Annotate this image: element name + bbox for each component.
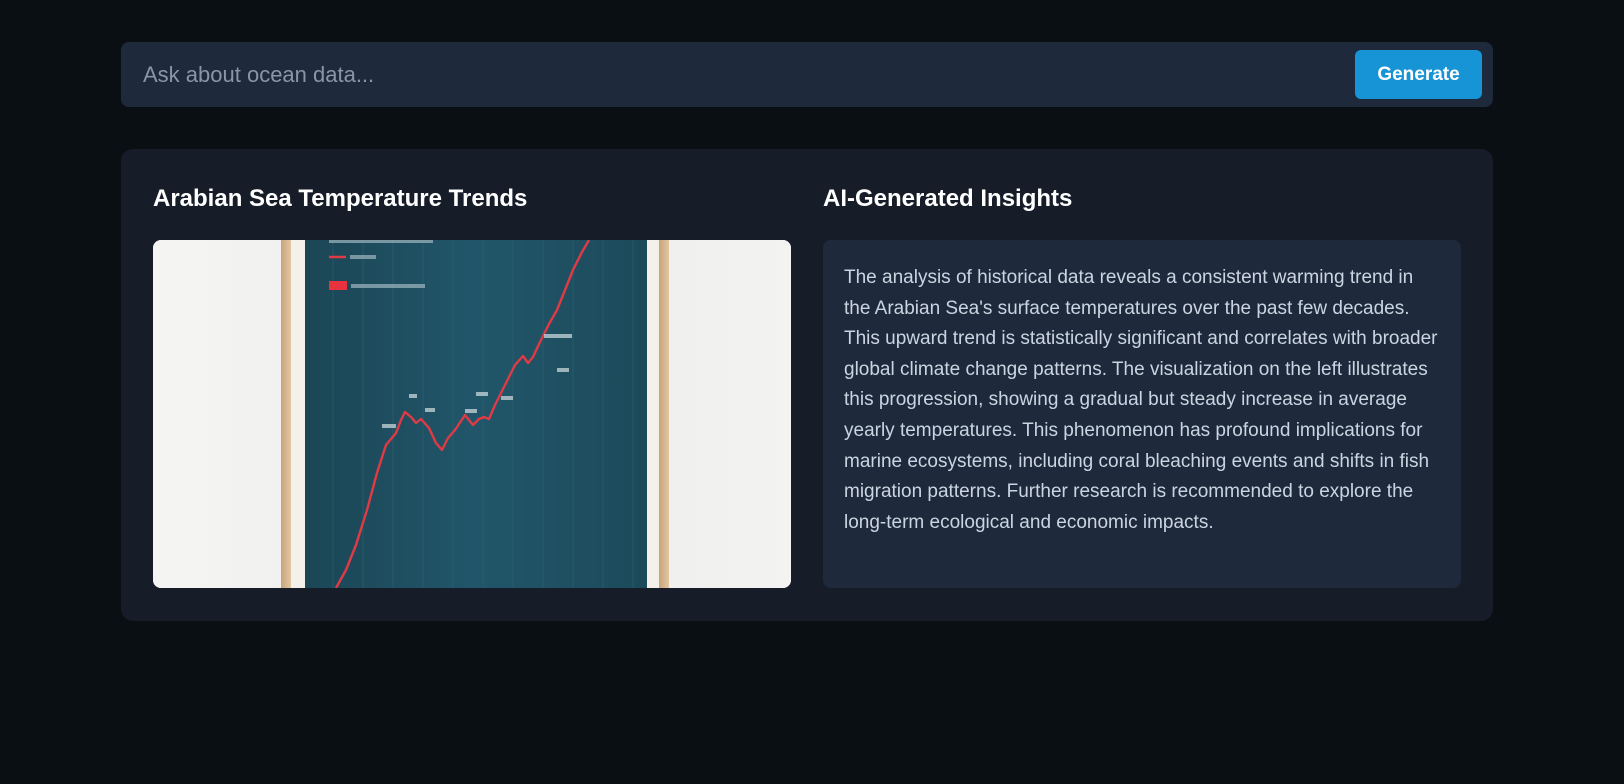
insights-panel-title: AI-Generated Insights [823,185,1073,212]
chart-image-graphic [153,240,791,588]
chart-board [305,240,647,588]
search-bar: Generate [121,42,1493,107]
chart-panel-title: Arabian Sea Temperature Trends [153,185,528,212]
frame-right-icon [659,240,669,588]
chart-image [153,240,791,588]
insights-box: The analysis of historical data reveals … [823,240,1461,588]
legend-box-swatch [329,281,347,290]
search-input[interactable] [121,42,1351,107]
insights-text: The analysis of historical data reveals … [844,267,1438,533]
generate-button[interactable]: Generate [1355,50,1482,99]
frame-left-icon [281,240,291,588]
